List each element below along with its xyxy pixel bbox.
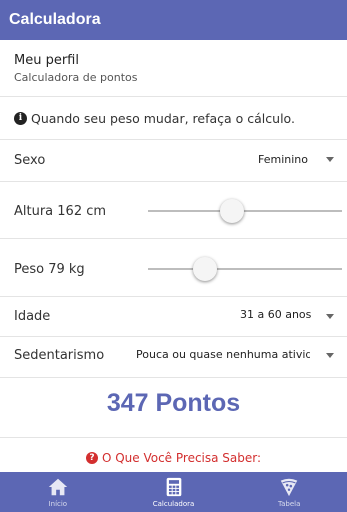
divider	[0, 238, 347, 239]
divider	[0, 336, 347, 337]
sedentarismo-label: Sedentarismo	[14, 348, 105, 363]
nav-item-calculadora[interactable]: Calculadora	[116, 472, 232, 512]
divider	[0, 96, 347, 97]
peso-label: Peso 79 kg	[14, 262, 85, 277]
idade-value: 31 a 60 anos	[240, 308, 312, 321]
caret-down-icon	[326, 353, 334, 358]
idade-label: Idade	[14, 309, 51, 324]
sexo-select[interactable]: Feminino	[240, 146, 340, 174]
caret-down-icon	[326, 314, 334, 319]
nav-item-inicio[interactable]: Início	[0, 472, 116, 512]
app-bar: Calculadora	[0, 0, 347, 40]
info-message: i Quando seu peso mudar, refaça o cálcul…	[14, 108, 295, 128]
sexo-value: Feminino	[258, 153, 308, 166]
nav-item-tabela[interactable]: Tabela	[231, 472, 347, 512]
profile-title: Meu perfil	[14, 53, 79, 68]
divider	[0, 296, 347, 297]
idade-select[interactable]: 31 a 60 anos	[232, 302, 340, 330]
question-icon: ?	[85, 452, 98, 464]
profile-header[interactable]: Meu perfil Calculadora de pontos	[0, 40, 347, 96]
pizza-icon	[280, 478, 298, 497]
sedentarismo-select[interactable]: Pouca ou quase nenhuma atividade	[132, 342, 340, 370]
nav-label-tabela: Tabela	[277, 500, 301, 508]
profile-subtitle: Calculadora de pontos	[14, 71, 138, 84]
caret-down-icon	[326, 157, 334, 162]
altura-slider-track	[148, 210, 342, 212]
divider	[0, 181, 347, 182]
bottom-navigation: Início Calculadora Tabela	[0, 472, 347, 512]
altura-label: Altura 162 cm	[14, 204, 107, 219]
nav-label-inicio: Início	[48, 500, 68, 508]
need-to-know-link[interactable]: ? O Que Você Precisa Saber:	[0, 451, 347, 465]
peso-slider[interactable]	[148, 256, 342, 282]
divider	[0, 437, 347, 438]
sexo-label: Sexo	[14, 153, 46, 168]
peso-slider-track	[148, 268, 342, 270]
info-icon: i	[14, 111, 27, 125]
app-title: Calculadora	[9, 11, 101, 28]
peso-slider-thumb[interactable]	[193, 257, 217, 281]
altura-slider-thumb[interactable]	[220, 199, 244, 223]
need-to-know-text: O Que Você Precisa Saber:	[101, 451, 262, 465]
sedentarismo-value: Pouca ou quase nenhuma atividade	[136, 348, 310, 361]
points-result: 347 Pontos	[106, 389, 241, 417]
divider	[0, 377, 347, 378]
home-icon	[48, 478, 67, 496]
calculator-icon	[166, 477, 181, 497]
altura-slider[interactable]	[148, 198, 342, 224]
divider	[0, 139, 347, 140]
nav-label-calculadora: Calculadora	[152, 500, 195, 508]
info-text: Quando seu peso mudar, refaça o cálculo.	[31, 110, 295, 126]
